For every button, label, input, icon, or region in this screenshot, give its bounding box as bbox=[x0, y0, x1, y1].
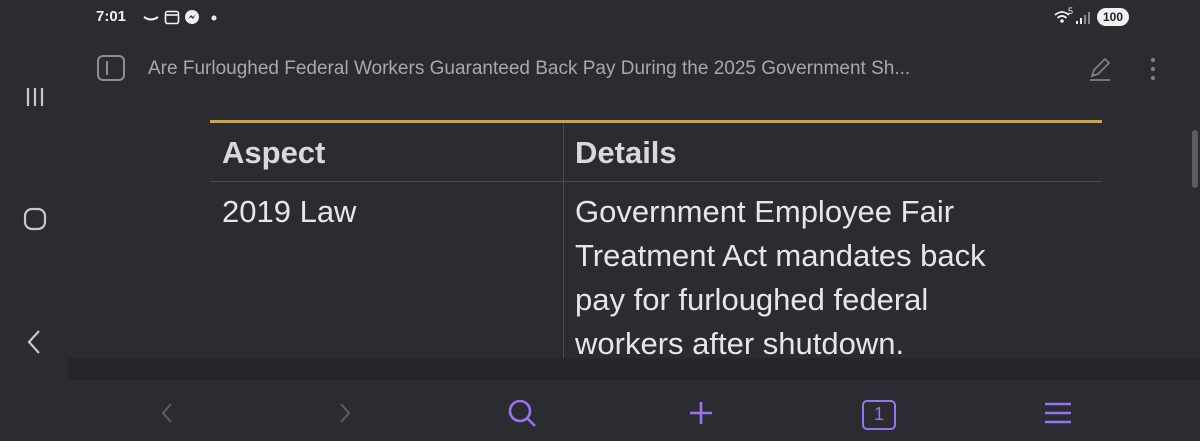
page-content: Aspect Details 2019 Law Government Emplo… bbox=[68, 96, 1188, 358]
battery-indicator: 100 bbox=[1097, 8, 1129, 26]
recent-apps-icon[interactable] bbox=[18, 80, 52, 114]
new-tab-plus-icon[interactable] bbox=[684, 396, 718, 430]
calendar-notification-icon bbox=[164, 10, 180, 25]
page-scrollbar[interactable] bbox=[1192, 130, 1198, 188]
table-header-aspect: Aspect bbox=[222, 135, 326, 170]
edit-pencil-icon[interactable] bbox=[1085, 54, 1115, 84]
back-arrow-icon[interactable] bbox=[151, 396, 185, 430]
browser-title-bar: Are Furloughed Federal Workers Guarantee… bbox=[68, 50, 1200, 90]
search-icon[interactable] bbox=[505, 396, 539, 430]
tabs-count: 1 bbox=[873, 404, 884, 424]
forward-arrow-icon[interactable] bbox=[327, 396, 361, 430]
tabs-count-button[interactable]: 1 bbox=[862, 400, 896, 430]
menu-icon[interactable] bbox=[1041, 396, 1075, 430]
status-time: 7:01 bbox=[96, 8, 127, 25]
table-cell-details: Government Employee Fair Treatment Act m… bbox=[575, 190, 986, 358]
table-header-row: Aspect Details bbox=[210, 123, 1102, 182]
amazon-notification-icon bbox=[143, 16, 159, 21]
status-bar: 7:01 5 100 bbox=[0, 0, 1200, 34]
details-line: pay for furloughed federal bbox=[575, 282, 929, 317]
more-notifications-dot bbox=[211, 15, 217, 21]
more-options-icon[interactable] bbox=[1144, 54, 1162, 84]
back-icon[interactable] bbox=[18, 325, 52, 359]
network-type-label: 5 bbox=[1068, 6, 1074, 16]
messenger-notification-icon bbox=[185, 10, 199, 24]
table-column-divider bbox=[563, 123, 564, 358]
home-icon[interactable] bbox=[18, 202, 52, 236]
browser-bottom-toolbar: 1 bbox=[0, 380, 1200, 441]
details-line: workers after shutdown. bbox=[575, 326, 905, 358]
details-line: Government Employee Fair bbox=[575, 194, 955, 229]
page-title: Are Furloughed Federal Workers Guarantee… bbox=[148, 58, 911, 79]
bottom-bar-divider bbox=[68, 358, 1200, 380]
sidebar-toggle-icon[interactable] bbox=[97, 55, 125, 81]
table-header-details: Details bbox=[575, 135, 677, 170]
cell-signal-icon bbox=[1076, 12, 1090, 24]
table-cell-aspect: 2019 Law bbox=[222, 194, 357, 229]
details-line: Treatment Act mandates back bbox=[575, 238, 986, 273]
